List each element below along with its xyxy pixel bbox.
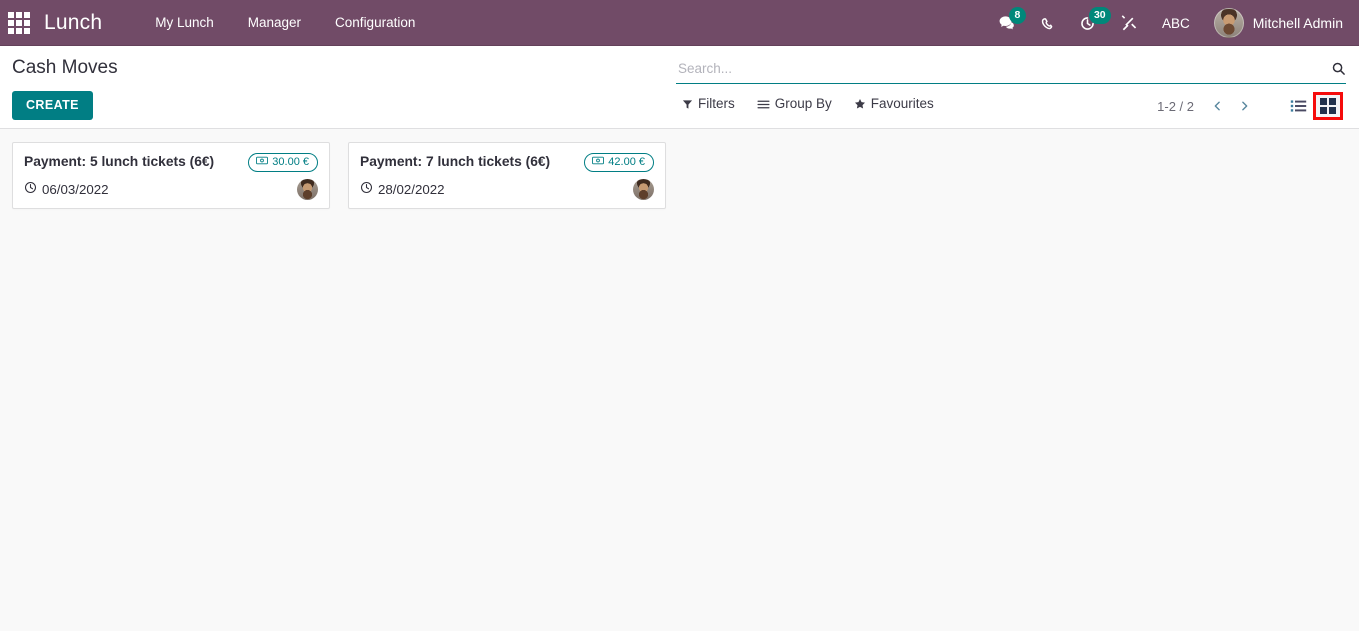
pager-next-button[interactable] xyxy=(1231,98,1258,114)
kanban-card[interactable]: Payment: 7 lunch tickets (6€) 42.00 € 28… xyxy=(348,142,666,209)
kanban-card-date-text: 06/03/2022 xyxy=(42,181,109,197)
kanban-card-header: Payment: 5 lunch tickets (6€) 30.00 € xyxy=(24,152,318,172)
pager-range[interactable]: 1-2 / 2 xyxy=(1157,99,1204,114)
kanban-grid-glyph xyxy=(1320,98,1336,114)
star-icon xyxy=(854,98,866,110)
kanban-card-title: Payment: 7 lunch tickets (6€) xyxy=(360,154,551,169)
menu-item-configuration[interactable]: Configuration xyxy=(318,0,432,46)
filters-label: Filters xyxy=(698,96,735,111)
search-icon[interactable] xyxy=(1325,61,1346,76)
money-bill-icon xyxy=(256,156,269,169)
activities-clock-icon[interactable]: 30 xyxy=(1067,0,1111,46)
pager-previous-button[interactable] xyxy=(1204,98,1231,114)
favourites-dropdown[interactable]: Favourites xyxy=(854,94,934,114)
systray: 8 30 ABC Mitchell Admin xyxy=(987,0,1347,46)
apps-grid-icon[interactable] xyxy=(6,10,32,36)
messaging-icon[interactable]: 8 xyxy=(987,0,1028,46)
list-lines-icon xyxy=(757,99,770,110)
list-view-icon[interactable] xyxy=(1284,95,1313,117)
filter-buttons: Filters Group By Favourites xyxy=(682,94,934,114)
kanban-card-avatar[interactable] xyxy=(633,179,654,200)
money-bill-icon xyxy=(592,156,605,169)
menu-item-manager[interactable]: Manager xyxy=(231,0,318,46)
kanban-view-icon[interactable] xyxy=(1313,92,1343,120)
filters-dropdown[interactable]: Filters xyxy=(682,94,735,114)
amount-badge: 42.00 € xyxy=(584,152,654,172)
clock-icon xyxy=(24,180,37,200)
tools-icon[interactable] xyxy=(1108,0,1148,46)
amount-value: 42.00 € xyxy=(608,155,645,168)
favourites-label: Favourites xyxy=(870,96,934,111)
user-name-label: Mitchell Admin xyxy=(1252,15,1343,31)
page-title: Cash Moves xyxy=(12,57,118,78)
kanban-board: Payment: 5 lunch tickets (6€) 30.00 € 06… xyxy=(0,129,1359,631)
kanban-card[interactable]: Payment: 5 lunch tickets (6€) 30.00 € 06… xyxy=(12,142,330,209)
kanban-card-date-text: 28/02/2022 xyxy=(378,181,445,197)
user-menu[interactable]: Mitchell Admin xyxy=(1204,8,1347,38)
amount-value: 30.00 € xyxy=(272,155,309,168)
user-avatar xyxy=(1213,8,1244,38)
view-switcher xyxy=(1284,92,1343,120)
funnel-icon xyxy=(682,99,693,110)
control-panel: Cash Moves CREATE Filters Group By xyxy=(0,46,1359,129)
menu-item-my-lunch[interactable]: My Lunch xyxy=(138,0,231,46)
pager-and-views: 1-2 / 2 xyxy=(1157,92,1343,120)
messaging-count-badge: 8 xyxy=(1008,7,1026,24)
search-bar[interactable] xyxy=(676,57,1346,84)
kanban-card-avatar[interactable] xyxy=(297,179,318,200)
main-menu: My Lunch Manager Configuration xyxy=(138,0,432,46)
create-button[interactable]: CREATE xyxy=(12,91,93,120)
kanban-card-title: Payment: 5 lunch tickets (6€) xyxy=(24,154,215,169)
clock-icon xyxy=(360,180,373,200)
search-input[interactable] xyxy=(676,57,1325,80)
kanban-card-date: 06/03/2022 xyxy=(24,180,109,200)
control-panel-left: Cash Moves CREATE xyxy=(12,54,118,120)
kanban-card-footer: 06/03/2022 xyxy=(24,179,318,200)
kanban-card-header: Payment: 7 lunch tickets (6€) 42.00 € xyxy=(360,152,654,172)
amount-badge: 30.00 € xyxy=(248,152,318,172)
phone-icon[interactable] xyxy=(1028,0,1067,46)
app-brand-name[interactable]: Lunch xyxy=(38,11,112,35)
kanban-card-date: 28/02/2022 xyxy=(360,180,445,200)
language-abc-label[interactable]: ABC xyxy=(1148,16,1204,31)
kanban-card-footer: 28/02/2022 xyxy=(360,179,654,200)
group-by-label: Group By xyxy=(774,96,832,111)
top-navbar: Lunch My Lunch Manager Configuration 8 3… xyxy=(0,0,1359,46)
group-by-dropdown[interactable]: Group By xyxy=(757,94,832,114)
